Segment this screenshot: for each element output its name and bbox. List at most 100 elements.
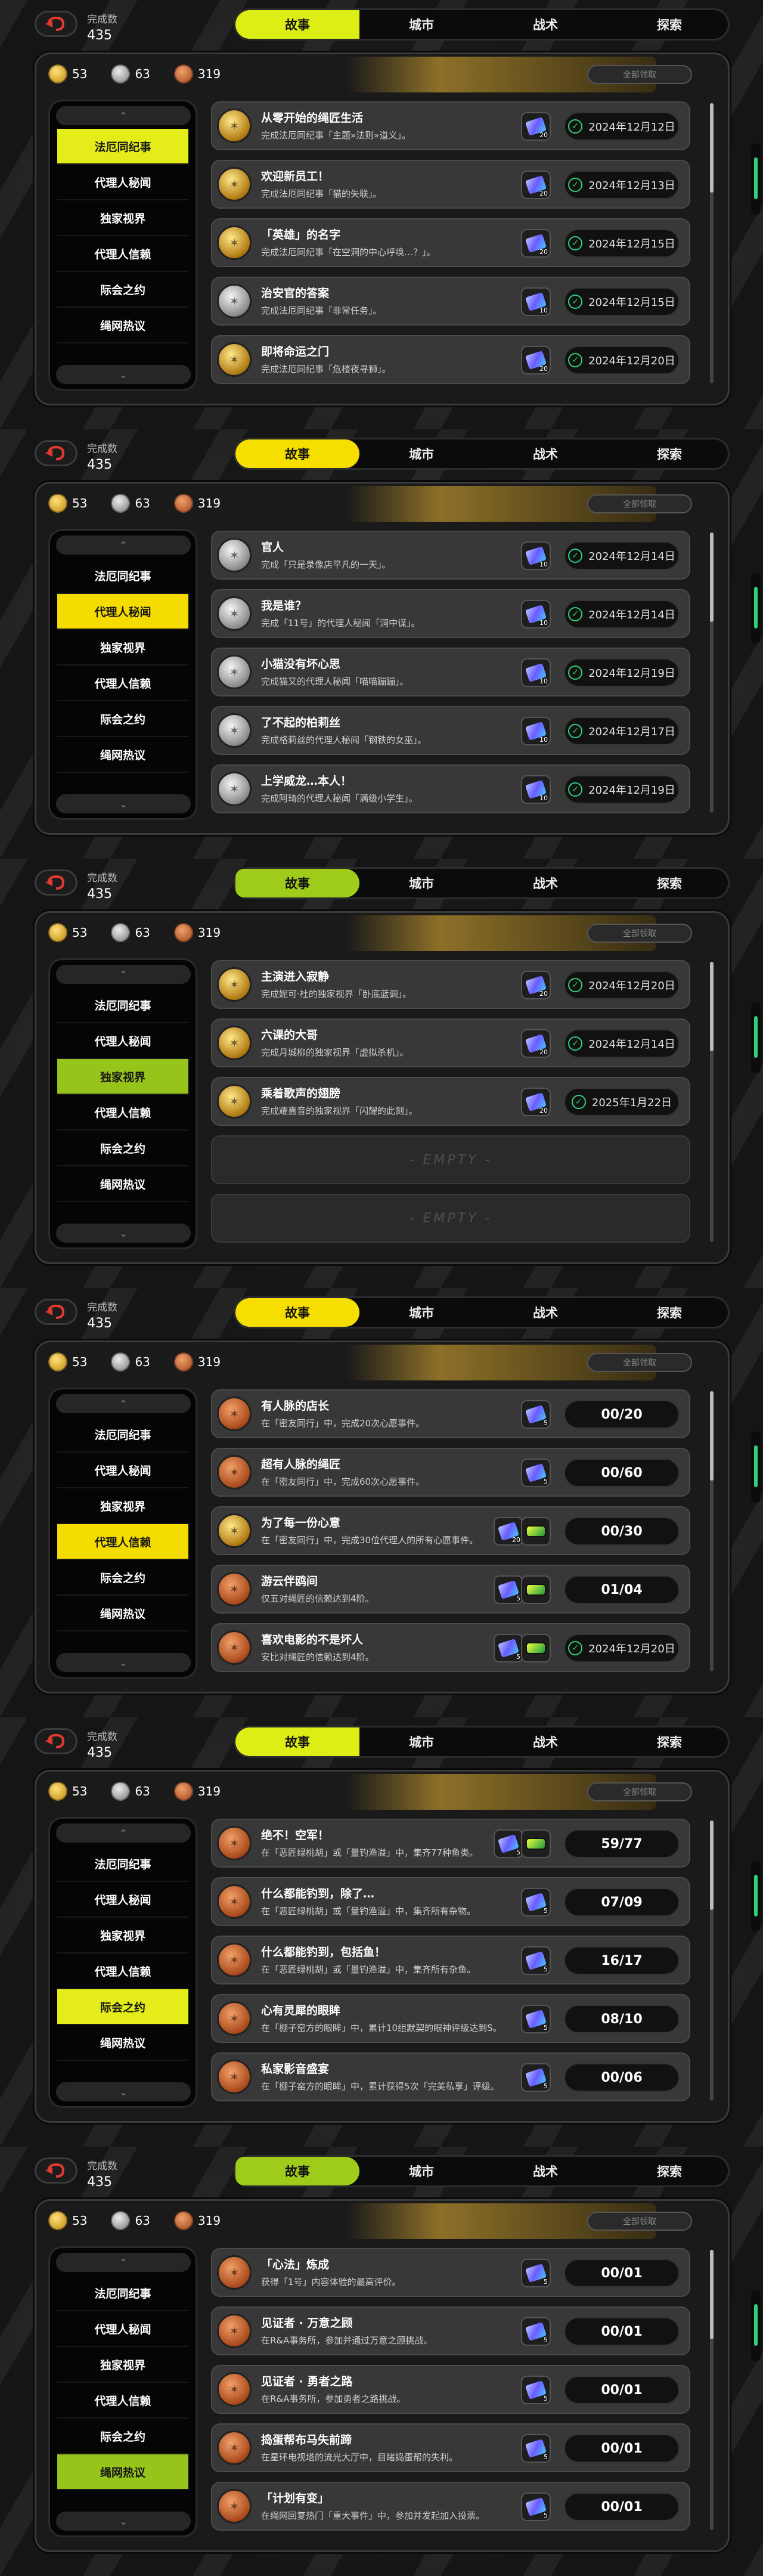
sidebar-scroll-up[interactable]: ⌃ bbox=[56, 965, 191, 984]
category-item[interactable]: 独家视界 bbox=[57, 200, 188, 236]
reward-ticket[interactable]: 5 bbox=[494, 1829, 523, 1858]
reward-ticket[interactable]: 5 bbox=[494, 1575, 523, 1604]
sidebar-scroll-down[interactable]: ⌄ bbox=[56, 1653, 191, 1672]
sidebar-scroll-up[interactable]: ⌃ bbox=[56, 1823, 191, 1843]
achievement-row[interactable]: ✶ 心有灵犀的眼眸 在「棚子窑方的眼眸」中，累计10组默契的眼神评级达到S。 5 08/… bbox=[209, 1992, 692, 2045]
list-scrollbar[interactable] bbox=[710, 532, 714, 813]
achievement-row[interactable]: ✶ 见证者 · 勇者之路 在R&A事务所，参加勇者之路挑战。 5 00/01 bbox=[209, 2363, 692, 2416]
achievement-row[interactable]: ✶ 六课的大哥 完成月城柳的独家视界「虚拟杀机」。 20 ✓ 2024年12月14日 bbox=[209, 1017, 692, 1069]
category-item[interactable]: 际会之约 bbox=[57, 1560, 188, 1596]
tab-3[interactable]: 探索 bbox=[607, 439, 731, 468]
achievement-row[interactable]: ✶ 乘着歌声的翅膀 完成耀嘉音的独家视界「闪耀的此刻」。 20 ✓ 2025年1月22日 bbox=[209, 1075, 692, 1128]
claim-all-button[interactable]: 全部领取 bbox=[587, 494, 692, 513]
reward-ticket[interactable]: 5 bbox=[521, 2005, 551, 2033]
reward-chip[interactable] bbox=[521, 1517, 551, 1546]
category-item[interactable]: 独家视界 bbox=[57, 1918, 188, 1953]
achievement-row[interactable]: ✶ 什么都能钓到，包括鱼！ 在「恶匠绿桃胡」或「量钓渔溢」中，集齐所有杂鱼。 5 16/… bbox=[209, 1934, 692, 1986]
sidebar-scroll-down[interactable]: ⌄ bbox=[56, 365, 191, 384]
achievement-row[interactable]: ✶ 绝不！空军！ 在「恶匠绿桃胡」或「量钓渔溢」中，集齐77种鱼类。 5 59/77 bbox=[209, 1817, 692, 1869]
category-item[interactable]: 绳网热议 bbox=[57, 2454, 188, 2490]
reward-ticket[interactable]: 10 bbox=[521, 717, 551, 745]
back-button[interactable] bbox=[35, 2157, 77, 2184]
list-scrollbar[interactable] bbox=[710, 962, 714, 1242]
tab-3[interactable]: 探索 bbox=[607, 869, 731, 897]
sidebar-scroll-down[interactable]: ⌄ bbox=[56, 1224, 191, 1243]
reward-ticket[interactable]: 5 bbox=[521, 2259, 551, 2287]
claim-all-button[interactable]: 全部领取 bbox=[587, 1353, 692, 1372]
scrollbar-thumb[interactable] bbox=[710, 532, 714, 622]
category-item[interactable]: 代理人秘闻 bbox=[57, 165, 188, 200]
sidebar-scroll-down[interactable]: ⌄ bbox=[56, 2512, 191, 2531]
achievement-row[interactable]: ✶ 上学威龙…本人！ 完成阿琦的代理人秘闻「满级小学生」。 10 ✓ 2024年12月19… bbox=[209, 763, 692, 815]
tab-0[interactable]: 故事 bbox=[235, 869, 359, 897]
list-scrollbar[interactable] bbox=[710, 1391, 714, 1671]
back-button[interactable] bbox=[35, 11, 77, 37]
tab-3[interactable]: 探索 bbox=[607, 10, 731, 39]
reward-ticket[interactable]: 10 bbox=[521, 658, 551, 687]
tab-0[interactable]: 故事 bbox=[235, 10, 359, 39]
scrollbar-thumb[interactable] bbox=[710, 2250, 714, 2339]
tab-2[interactable]: 战术 bbox=[483, 1298, 607, 1327]
achievement-row[interactable]: ✶ 官人 完成「只是录像店平凡的一天」。 10 ✓ 2024年12月14日 bbox=[209, 529, 692, 581]
category-item[interactable]: 绳网热议 bbox=[57, 1596, 188, 1631]
category-item[interactable]: 法厄同纪事 bbox=[57, 987, 188, 1023]
achievement-row[interactable]: ✶ 治安官的答案 完成法厄同纪事「非常任务」。 10 ✓ 2024年12月15日 bbox=[209, 275, 692, 327]
sidebar-scroll-down[interactable]: ⌄ bbox=[56, 2082, 191, 2101]
category-item[interactable]: 代理人秘闻 bbox=[57, 1023, 188, 1059]
category-item[interactable]: 代理人信赖 bbox=[57, 1095, 188, 1131]
sidebar-scroll-up[interactable]: ⌃ bbox=[56, 106, 191, 125]
reward-ticket[interactable]: 10 bbox=[521, 287, 551, 316]
achievement-row[interactable]: ✶ 私家影音盛宴 在「棚子窑方的眼眸」中，累计获得5次「完美私享」评级。 5 00/06 bbox=[209, 2051, 692, 2103]
category-item[interactable]: 代理人秘闻 bbox=[57, 2311, 188, 2347]
scrollbar-thumb[interactable] bbox=[710, 962, 714, 1051]
achievement-row[interactable]: ✶ 即将命运之门 完成法厄同纪事「危楼夜寻狮」。 20 ✓ 2024年12月20日 bbox=[209, 333, 692, 386]
category-item[interactable]: 际会之约 bbox=[57, 2419, 188, 2454]
achievement-row[interactable]: ✶ 主演进入寂静 完成妮可·杜的独家视界「卧底蓝调」。 20 ✓ 2024年12月20日 bbox=[209, 958, 692, 1011]
category-item[interactable]: 际会之约 bbox=[57, 272, 188, 308]
category-item[interactable]: 代理人秘闻 bbox=[57, 1882, 188, 1918]
category-item[interactable]: 绳网热议 bbox=[57, 308, 188, 343]
scrollbar-thumb[interactable] bbox=[710, 103, 714, 193]
reward-ticket[interactable]: 20 bbox=[521, 229, 551, 258]
back-button[interactable] bbox=[35, 1299, 77, 1325]
scrollbar-thumb[interactable] bbox=[710, 1820, 714, 1910]
category-item[interactable]: 绳网热议 bbox=[57, 2025, 188, 2061]
tab-1[interactable]: 城市 bbox=[359, 869, 483, 897]
tab-3[interactable]: 探索 bbox=[607, 2157, 731, 2185]
reward-ticket[interactable]: 10 bbox=[521, 775, 551, 804]
tab-0[interactable]: 故事 bbox=[235, 2157, 359, 2185]
category-item[interactable]: 代理人信赖 bbox=[57, 2383, 188, 2419]
reward-ticket[interactable]: 20 bbox=[521, 346, 551, 374]
sidebar-scroll-up[interactable]: ⌃ bbox=[56, 535, 191, 555]
claim-all-button[interactable]: 全部领取 bbox=[587, 65, 692, 84]
list-scrollbar[interactable] bbox=[710, 1820, 714, 2101]
scrollbar-thumb[interactable] bbox=[710, 1391, 714, 1481]
tab-0[interactable]: 故事 bbox=[235, 1298, 359, 1327]
achievement-row[interactable]: ✶ 我是谁？ 完成「11号」的代理人秘闻「洞中谋」。 10 ✓ 2024年12月14日 bbox=[209, 587, 692, 640]
category-item[interactable]: 代理人秘闻 bbox=[57, 1453, 188, 1488]
reward-chip[interactable] bbox=[521, 1634, 551, 1662]
reward-ticket[interactable]: 5 bbox=[521, 1946, 551, 1975]
back-button[interactable] bbox=[35, 1728, 77, 1754]
category-item[interactable]: 代理人信赖 bbox=[57, 236, 188, 272]
reward-ticket[interactable]: 5 bbox=[521, 1888, 551, 1916]
achievement-row[interactable]: ✶ 为了每一份心意 在「密友同行」中，完成30位代理人的所有心愿事件。 20 00/30 bbox=[209, 1504, 692, 1557]
claim-all-button[interactable]: 全部领取 bbox=[587, 1782, 692, 1801]
category-item[interactable]: 代理人信赖 bbox=[57, 1524, 188, 1560]
achievement-row[interactable]: ✶ 了不起的柏莉丝 完成格莉丝的代理人秘闻「钢铁的女巫」。 10 ✓ 2024年12月17… bbox=[209, 704, 692, 757]
tab-1[interactable]: 城市 bbox=[359, 1727, 483, 1756]
reward-ticket[interactable]: 5 bbox=[494, 1634, 523, 1662]
achievement-row[interactable]: ✶ 什么都能钓到，除了… 在「恶匠绿桃胡」或「量钓渔溢」中，集齐所有杂物。 5 07/0… bbox=[209, 1875, 692, 1928]
tab-3[interactable]: 探索 bbox=[607, 1298, 731, 1327]
tab-3[interactable]: 探索 bbox=[607, 1727, 731, 1756]
reward-ticket[interactable]: 20 bbox=[521, 112, 551, 141]
category-item[interactable]: 际会之约 bbox=[57, 701, 188, 737]
achievement-row[interactable]: ✶ 欢迎新员工！ 完成法厄同纪事「猫的失联」。 20 ✓ 2024年12月13日 bbox=[209, 158, 692, 210]
tab-2[interactable]: 战术 bbox=[483, 2157, 607, 2185]
sidebar-scroll-up[interactable]: ⌃ bbox=[56, 1394, 191, 1413]
achievement-row[interactable]: ✶ 从零开始的绳匠生活 完成法厄同纪事「主题»法则»道义」。 20 ✓ 2024年12月1… bbox=[209, 100, 692, 152]
tab-1[interactable]: 城市 bbox=[359, 10, 483, 39]
tab-2[interactable]: 战术 bbox=[483, 869, 607, 897]
reward-ticket[interactable]: 5 bbox=[521, 2434, 551, 2463]
sidebar-scroll-up[interactable]: ⌃ bbox=[56, 2253, 191, 2272]
